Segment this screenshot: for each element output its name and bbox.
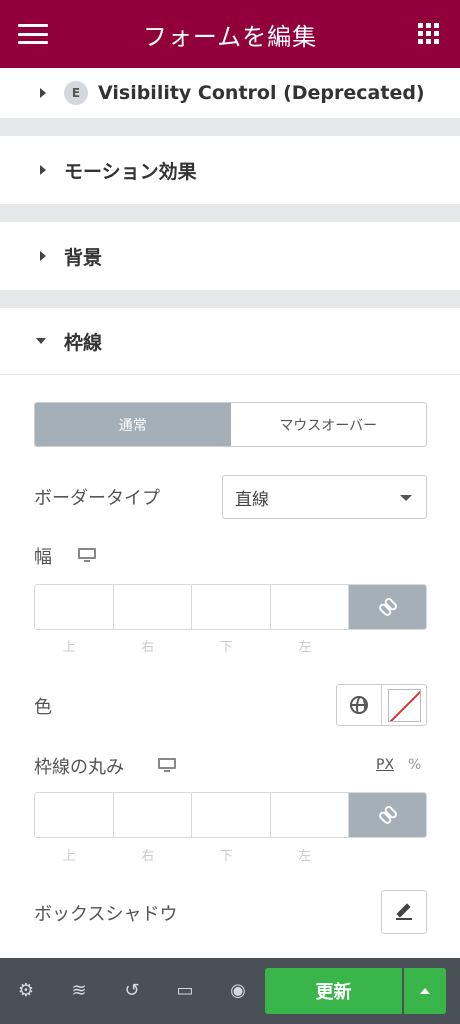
global-colors-button[interactable] <box>337 685 382 725</box>
width-sub-labels: 上 右 下 左 <box>34 636 348 655</box>
width-top-input[interactable] <box>35 585 114 629</box>
unit-percent[interactable]: % <box>408 757 421 773</box>
panel-title: フォームを編集 <box>142 22 318 51</box>
caret-down-icon <box>36 338 46 344</box>
caret-up-icon <box>420 988 430 994</box>
unit-switcher: PX % <box>376 757 421 773</box>
section-divider <box>0 204 460 222</box>
radius-top-input[interactable] <box>35 793 114 837</box>
settings-gear-icon[interactable]: ⚙ <box>15 980 37 1002</box>
section-divider <box>0 290 460 308</box>
update-button[interactable]: 更新 <box>265 968 402 1014</box>
empty-color-swatch <box>387 688 421 722</box>
sub-label-top: 上 <box>62 849 76 864</box>
sub-label-right: 右 <box>141 640 155 655</box>
section-background[interactable]: 背景 <box>0 222 460 290</box>
state-tabs: 通常 マウスオーバー <box>34 402 427 447</box>
section-border[interactable]: 枠線 <box>0 308 460 375</box>
color-picker-button[interactable] <box>382 685 426 725</box>
radius-bottom-input[interactable] <box>192 793 271 837</box>
widgets-grid-icon[interactable] <box>418 23 440 45</box>
chevron-down-icon <box>400 495 412 501</box>
box-shadow-edit-button[interactable] <box>381 890 427 934</box>
border-type-select[interactable]: 直線 <box>222 475 427 519</box>
sub-label-left: 左 <box>298 849 312 864</box>
caret-right-icon <box>40 251 46 261</box>
menu-icon[interactable] <box>18 24 48 44</box>
sub-label-right: 右 <box>141 849 155 864</box>
width-link-button[interactable] <box>349 585 426 629</box>
save-options-button[interactable] <box>404 968 446 1014</box>
width-bottom-input[interactable] <box>192 585 271 629</box>
radius-link-button[interactable] <box>349 793 426 837</box>
caret-right-icon <box>40 88 46 98</box>
radius-right-input[interactable] <box>113 793 192 837</box>
pencil-icon <box>396 904 412 920</box>
history-icon[interactable]: ↺ <box>121 980 143 1002</box>
link-icon <box>375 594 400 619</box>
width-left-input[interactable] <box>270 585 349 629</box>
box-shadow-label: ボックスシャドウ <box>34 904 178 925</box>
preview-eye-icon[interactable]: ◉ <box>227 980 249 1002</box>
link-icon <box>375 802 400 827</box>
unit-px[interactable]: PX <box>376 757 394 773</box>
tab-hover[interactable]: マウスオーバー <box>231 403 427 446</box>
caret-right-icon <box>40 165 46 175</box>
color-control <box>336 684 427 726</box>
section-visibility-control[interactable]: E Visibility Control (Deprecated) <box>0 68 460 118</box>
sub-label-bottom: 下 <box>219 640 233 655</box>
width-inputs <box>34 584 427 630</box>
color-label: 色 <box>34 697 52 718</box>
responsive-mode-icon[interactable]: ▭ <box>174 980 196 1002</box>
sub-label-bottom: 下 <box>219 849 233 864</box>
section-label: モーション効果 <box>64 160 197 183</box>
section-label: Visibility Control (Deprecated) <box>98 82 425 104</box>
radius-inputs <box>34 792 427 838</box>
section-motion-effects[interactable]: モーション効果 <box>0 136 460 204</box>
globe-icon <box>350 696 368 714</box>
desktop-icon[interactable] <box>78 548 96 562</box>
radius-sub-labels: 上 右 下 左 <box>34 845 348 864</box>
section-label: 背景 <box>64 246 103 269</box>
sub-label-left: 左 <box>298 640 312 655</box>
width-right-input[interactable] <box>113 585 192 629</box>
border-type-label: ボーダータイプ <box>34 488 160 509</box>
sub-label-top: 上 <box>62 640 76 655</box>
radius-left-input[interactable] <box>270 793 349 837</box>
section-divider <box>0 118 460 136</box>
tab-normal[interactable]: 通常 <box>35 403 231 446</box>
e-badge-icon: E <box>64 81 88 105</box>
border-type-value: 直線 <box>235 489 269 510</box>
panel-header: フォームを編集 <box>0 0 460 68</box>
border-radius-label: 枠線の丸み <box>34 757 124 778</box>
section-label: 枠線 <box>64 331 103 354</box>
navigator-layers-icon[interactable]: ≋ <box>68 980 90 1002</box>
width-label: 幅 <box>34 547 52 568</box>
desktop-icon[interactable] <box>158 758 176 772</box>
